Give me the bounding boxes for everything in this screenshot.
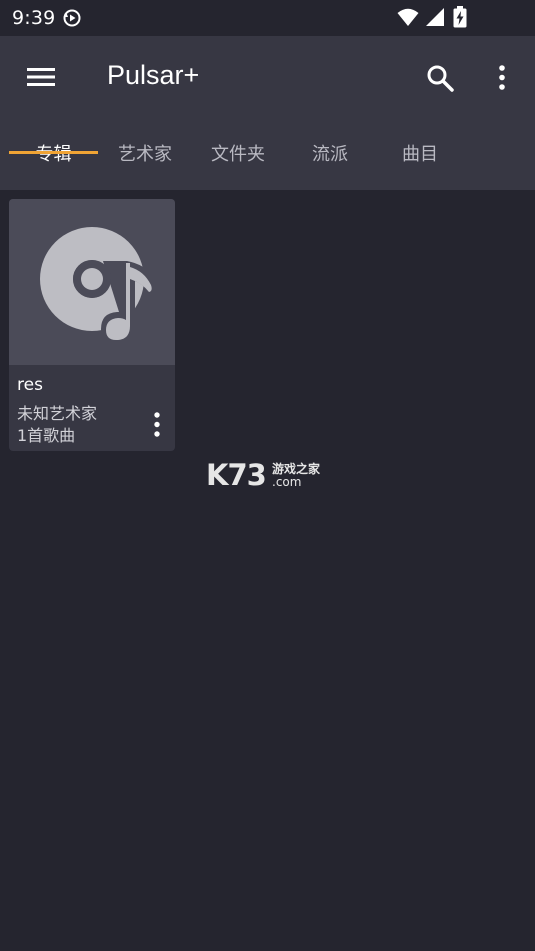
hamburger-menu-icon[interactable] <box>24 62 58 92</box>
album-song-count: 1首歌曲 <box>17 426 76 445</box>
tab-albums[interactable]: 专辑 <box>9 132 98 190</box>
media-sync-icon <box>63 9 81 27</box>
tab-folders[interactable]: 文件夹 <box>193 132 283 190</box>
signal-icon <box>426 8 444 26</box>
album-artist: 未知艺术家 <box>17 404 98 423</box>
album-art <box>9 199 175 365</box>
tab-artists[interactable]: 艺术家 <box>100 132 190 190</box>
battery-charging-icon <box>453 6 467 28</box>
tab-bar: 专辑 艺术家 文件夹 流派 曲目 <box>0 132 535 190</box>
album-name: res <box>17 375 43 395</box>
tab-genres[interactable]: 流派 <box>285 132 375 190</box>
status-time: 9:39 <box>12 7 56 29</box>
status-bar: 9:39 <box>0 0 535 36</box>
album-more-icon[interactable] <box>149 411 165 439</box>
watermark-logo-text: K73 <box>206 458 267 492</box>
search-icon[interactable] <box>424 62 456 94</box>
disc-music-note-icon <box>40 227 152 340</box>
album-card[interactable]: res 未知艺术家 1首歌曲 <box>9 199 175 451</box>
active-tab-indicator <box>9 151 98 154</box>
app-bar: Pulsar+ 专辑 艺术家 文件夹 流派 曲目 <box>0 36 535 190</box>
watermark-logo: K73 游戏之家 .com <box>206 458 336 494</box>
watermark-domain: .com <box>272 475 302 489</box>
wifi-icon <box>397 8 419 26</box>
more-vert-icon[interactable] <box>490 62 514 94</box>
app-title: Pulsar+ <box>107 60 200 90</box>
tab-tracks[interactable]: 曲目 <box>375 132 465 190</box>
